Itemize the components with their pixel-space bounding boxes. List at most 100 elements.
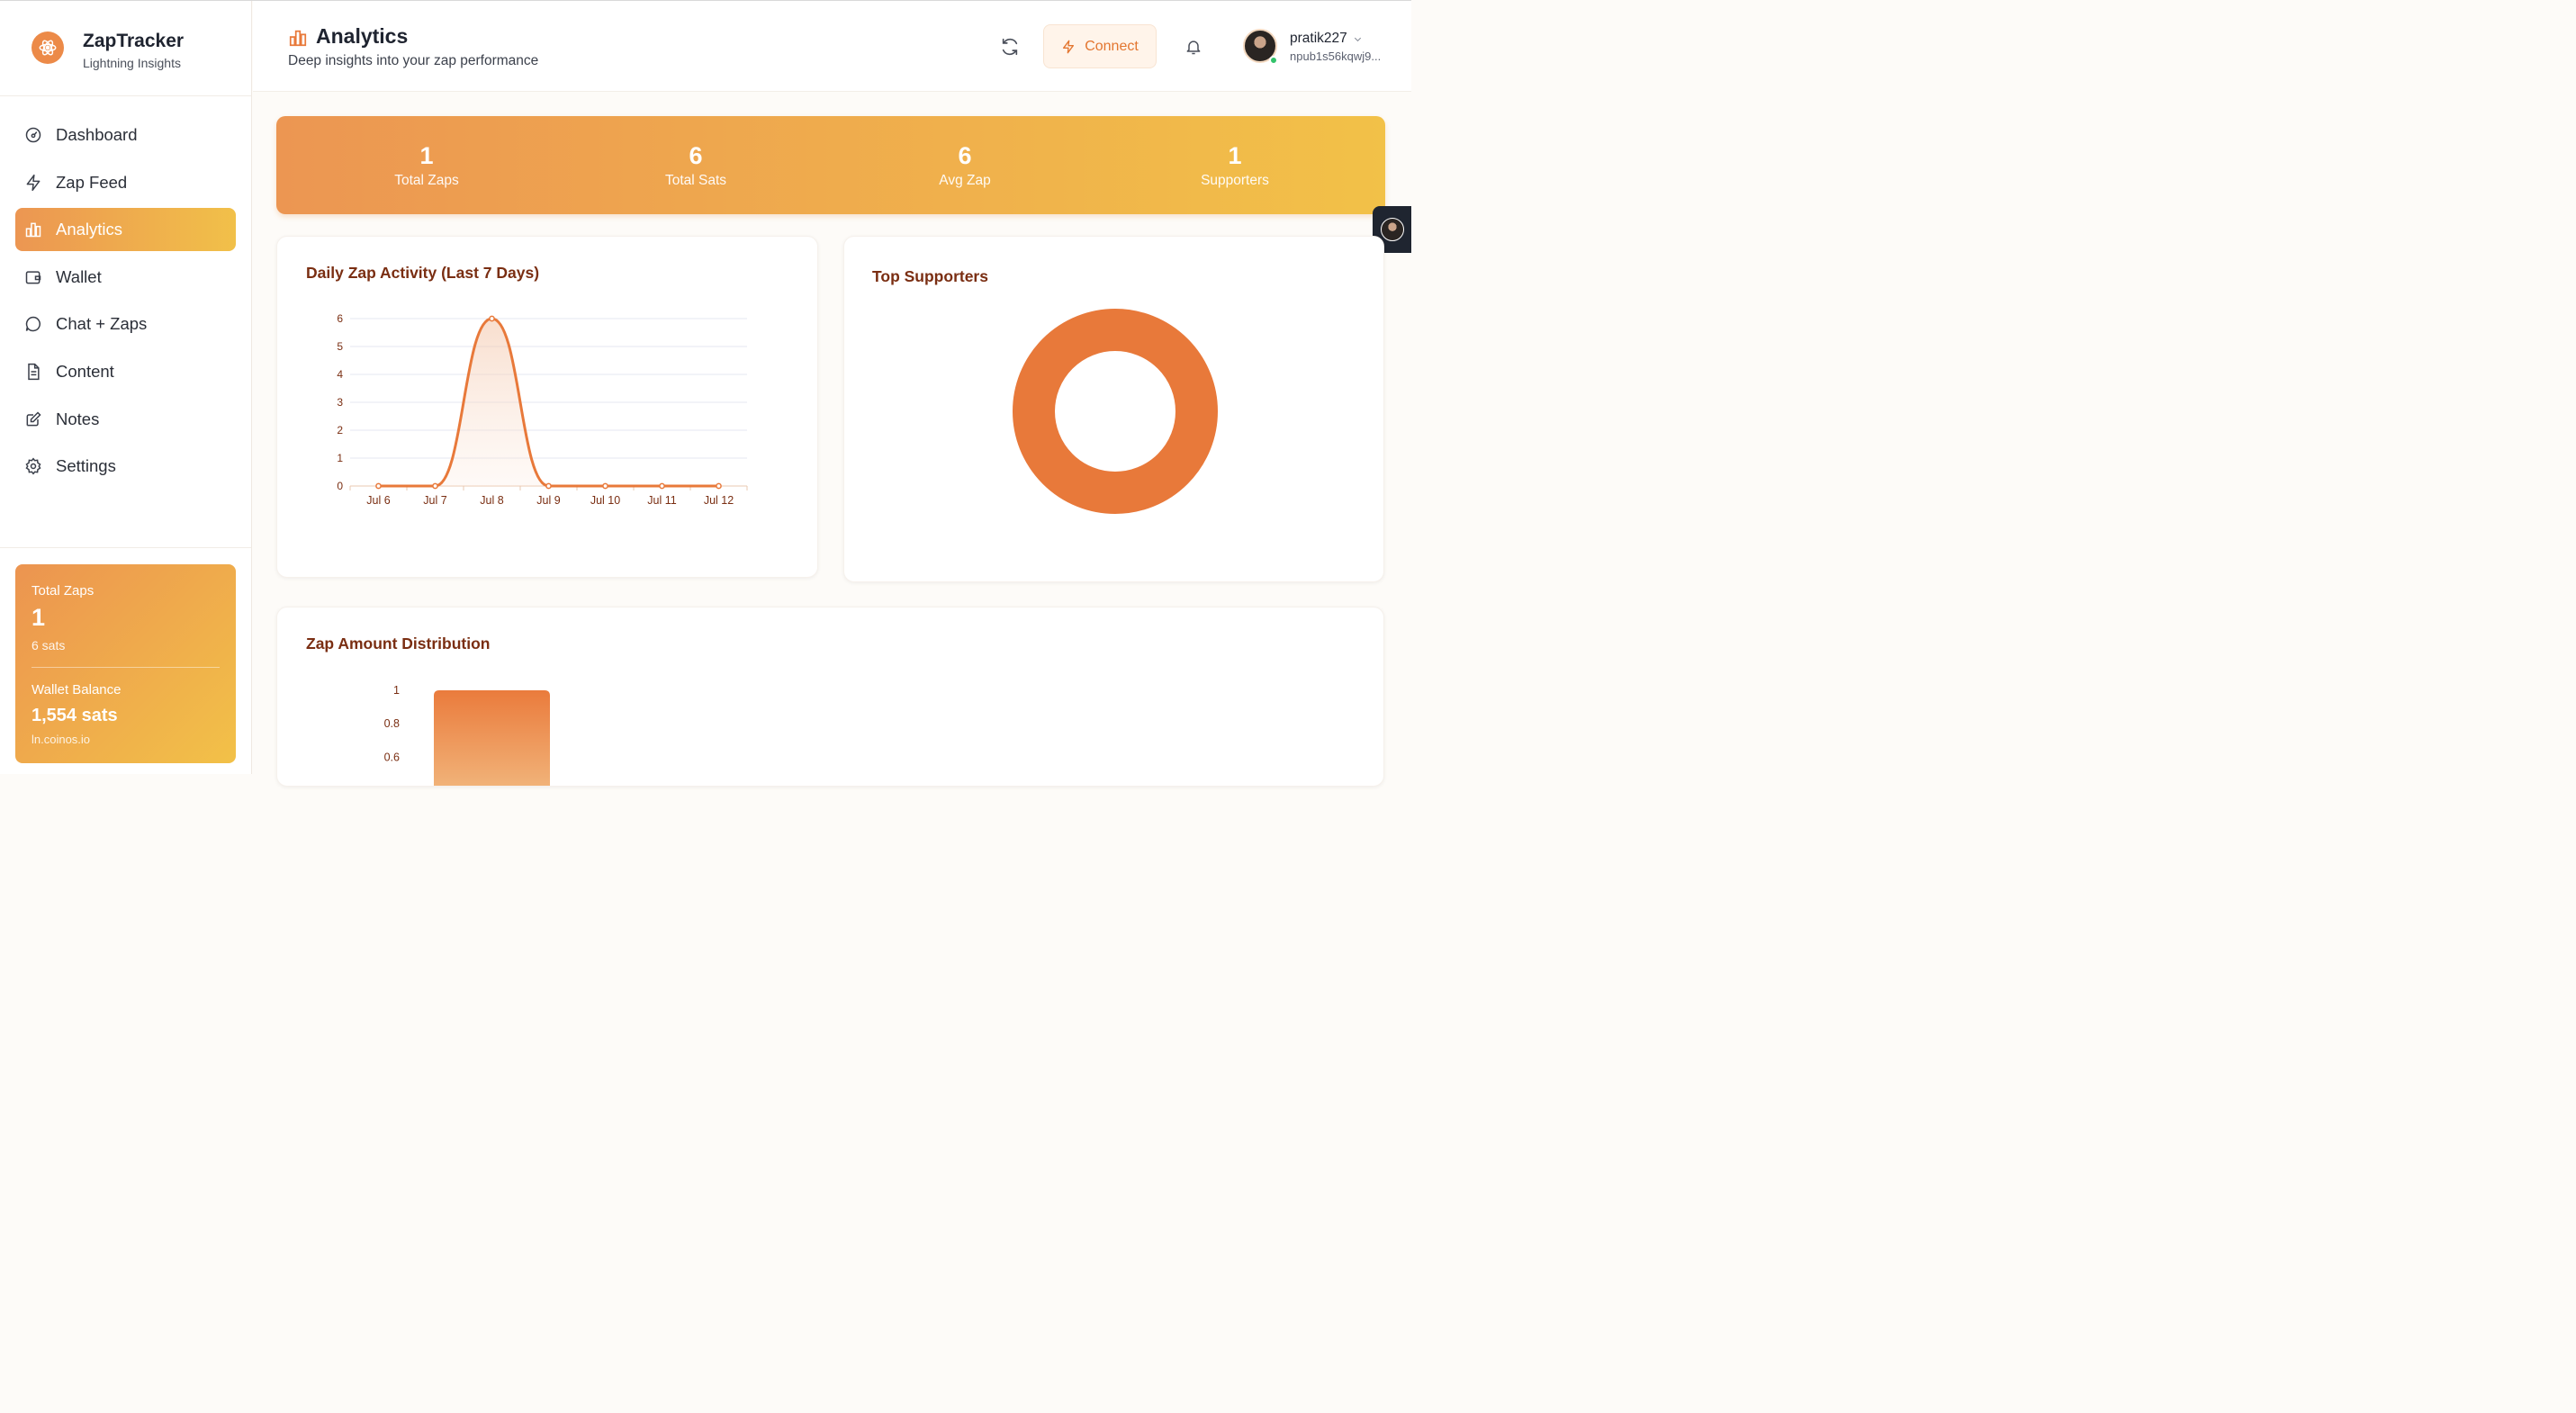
data-point [716,482,722,490]
sidebar-item-label: Notes [56,409,100,428]
sidebar-item-wallet[interactable]: Wallet [15,256,236,299]
page-title: Analytics [316,24,409,48]
stat-avg-zap: 6 Avg Zap [830,140,1100,189]
stat-label: Total Sats [664,173,727,188]
brand-title: ZapTracker [83,31,185,51]
data-point [659,482,665,490]
x-tick-label: Jul 12 [704,494,734,507]
distribution-card: Zap Amount Distribution 1 0.8 0.6 [276,607,1384,787]
user-npub: npub1s56kqwj9... [1290,50,1382,63]
user-name: pratik227 [1290,31,1347,46]
top-supporters-chart [1013,309,1218,514]
connect-button[interactable]: Connect [1043,24,1157,68]
y-tick-label: 1 [337,452,343,464]
stat-value: 6 [689,142,703,169]
brand: ZapTracker Lightning Insights [0,1,251,96]
y-tick-label: 0.6 [384,751,400,763]
bar-chart-icon [24,220,42,238]
y-tick-label: 6 [337,312,343,325]
chat-icon [24,315,42,333]
x-tick-label: Jul 7 [423,494,446,507]
zap-icon [1063,40,1075,53]
donut-slice [1013,309,1218,514]
sidebar-item-analytics[interactable]: Analytics [15,208,236,252]
stats-banner: 1 Total Zaps 6 Total Sats 6 Avg Zap 1 Su… [276,116,1385,214]
stat-label: Total Zaps [394,173,459,188]
y-tick-label: 0 [337,480,343,492]
sidebar: ZapTracker Lightning Insights Dashboard … [0,1,252,774]
data-point [602,482,608,490]
sidebar-item-label: Dashboard [56,125,138,144]
total-zaps-label: Total Zaps [32,583,95,598]
sidebar-item-label: Zap Feed [56,172,128,192]
wallet-balance-label: Wallet Balance [32,682,122,698]
online-status-dot [1269,56,1278,65]
sidebar-item-content[interactable]: Content [15,350,236,393]
x-tick-label: Jul 6 [366,494,390,507]
data-point [375,482,382,490]
sidebar-item-zap-feed[interactable]: Zap Feed [15,161,236,204]
x-tick-label: Jul 9 [536,494,560,507]
sidebar-item-label: Wallet [56,266,102,286]
wallet-balance-value: 1,554 sats [32,706,118,725]
sidebar-summary-card: Total Zaps 1 6 sats Wallet Balance 1,554… [15,564,236,763]
x-tick-label: Jul 10 [590,494,620,507]
sidebar-item-notes[interactable]: Notes [15,398,236,441]
sidebar-item-label: Analytics [56,220,123,239]
sidebar-divider [0,547,251,548]
x-tick-label: Jul 8 [480,494,503,507]
stat-value: 6 [958,142,972,169]
stat-label: Supporters [1201,173,1269,188]
edit-icon [24,410,42,428]
wallet-icon [24,268,42,286]
page-header: Analytics Deep insights into your zap pe… [253,1,1411,92]
sidebar-item-label: Settings [56,456,116,476]
notifications-button[interactable] [1182,35,1205,58]
sidebar-item-dashboard[interactable]: Dashboard [15,113,236,157]
zap-icon [24,174,42,192]
refresh-icon [1002,38,1018,56]
stat-label: Avg Zap [939,173,991,188]
y-tick-label: 5 [337,340,343,353]
document-icon [24,363,42,381]
bell-icon [1186,40,1201,55]
top-supporters-card: Top Supporters [843,236,1384,582]
refresh-button[interactable] [998,35,1022,58]
stat-value: 1 [1228,142,1242,169]
distribution-chart: 1 0.8 0.6 [384,684,550,786]
wallet-host: ln.coinos.io [32,733,91,746]
total-zaps-value: 1 [32,604,46,631]
y-tick-label: 3 [337,396,343,409]
widget-avatar [1380,218,1404,241]
sidebar-nav: Dashboard Zap Feed Analytics Wallet Chat… [15,113,236,492]
sidebar-item-label: Content [56,361,114,381]
y-tick-label: 1 [393,684,400,697]
stat-total-zaps: 1 Total Zaps [292,140,562,189]
page-subtitle: Deep insights into your zap performance [288,53,539,68]
sidebar-item-settings[interactable]: Settings [15,445,236,488]
stat-total-sats: 6 Total Sats [561,140,831,189]
total-sats-value: 6 sats [32,638,66,652]
brand-subtitle: Lightning Insights [83,56,181,70]
data-point [489,315,495,322]
x-tick-label: Jul 11 [647,494,676,507]
daily-activity-card: Daily Zap Activity (Last 7 Days) 0123456… [276,236,818,578]
card-divider [32,667,220,668]
connect-label: Connect [1085,38,1139,54]
atom-logo-icon [32,32,64,64]
gear-icon [24,457,42,475]
data-point [432,482,438,490]
user-menu-trigger[interactable]: pratik227 [1290,31,1363,47]
daily-activity-chart: 0 1 2 3 4 5 6 Jul 6 Jul 7 Jul 8 Jul 9 Jul 10 Jul 11 J… [337,312,748,507]
stat-value: 1 [419,142,434,169]
data-point [545,482,552,490]
bar [434,690,550,786]
sidebar-item-chat-zaps[interactable]: Chat + Zaps [15,302,236,346]
chevron-down-icon [1354,37,1361,41]
y-tick-label: 2 [337,424,343,436]
y-tick-label: 0.8 [384,717,400,730]
sidebar-item-label: Chat + Zaps [56,314,148,334]
gauge-icon [24,126,42,144]
y-tick-label: 4 [337,368,343,381]
stat-supporters: 1 Supporters [1100,140,1370,189]
